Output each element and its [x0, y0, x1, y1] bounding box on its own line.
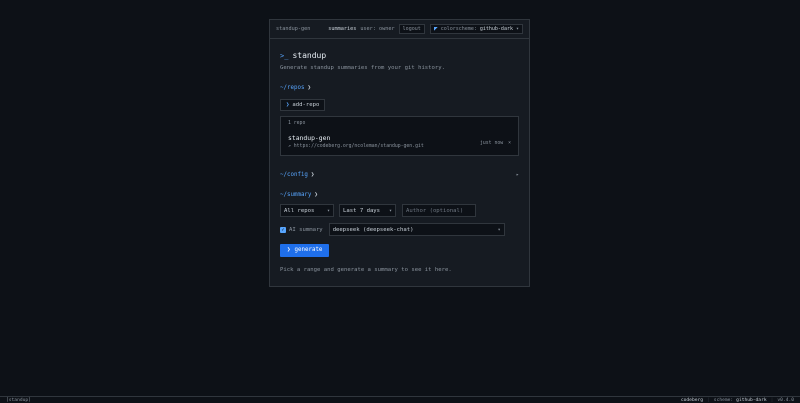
generate-button[interactable]: ❯ generate [280, 243, 330, 257]
chevron-down-icon: ▾ [515, 26, 519, 32]
status-bar: [standup] codeberg | scheme: github-dark… [0, 396, 800, 403]
repo-name: standup-gen [288, 134, 331, 142]
terminal-prompt-icon: >_ [280, 52, 289, 60]
chevron-right-icon: ❯ [310, 172, 315, 178]
summary-section-toggle[interactable]: ~/summary ❯ [280, 192, 519, 198]
config-heading: ~/config [280, 172, 308, 178]
summary-filters: All repos ▾ Last 7 days ▾ Author (option… [280, 204, 519, 217]
ai-summary-checkbox[interactable]: ✓ [280, 226, 286, 233]
chevron-right-icon: ❯ [287, 247, 291, 253]
page-header: >_ standup [280, 51, 519, 60]
repo-list: 1 repo standup-gen ↗ https://codeberg.or… [280, 116, 519, 156]
chevron-down-icon: ▾ [326, 207, 330, 214]
repos-section-toggle[interactable]: ~/repos ❯ [280, 85, 519, 91]
add-repo-button[interactable]: ❯ add-repo [280, 99, 326, 111]
ai-summary-label: AI summary [289, 226, 323, 233]
colorscheme-label: colorscheme: [440, 26, 477, 32]
repos-heading: ~/repos [280, 85, 305, 91]
summaries-link[interactable]: summaries [328, 26, 356, 32]
top-bar: standup-gen summaries user: owner logout… [270, 20, 529, 39]
palette-icon [433, 27, 438, 31]
chevron-right-icon: ❯ [286, 102, 290, 108]
repo-select-value: All repos [284, 207, 315, 214]
repo-timestamp: just now [480, 141, 504, 146]
user-label: user: owner [360, 26, 395, 32]
app-window: standup-gen summaries user: owner logout… [269, 19, 530, 287]
config-section-toggle[interactable]: ~/config ❯ ▸ [280, 172, 519, 178]
colorscheme-value: github-dark [479, 26, 513, 32]
status-host: codeberg [680, 397, 704, 403]
range-select-value: Last 7 days [343, 207, 381, 214]
page-subtitle: Generate standup summaries from your git… [280, 65, 446, 71]
chevron-down-icon: ▾ [388, 207, 392, 214]
add-repo-label: add-repo [292, 102, 320, 108]
status-version: v0.4.0 [777, 397, 794, 403]
brand-name: standup-gen [276, 26, 311, 32]
repo-select[interactable]: All repos ▾ [280, 204, 334, 217]
status-scheme-label: scheme: [713, 397, 734, 403]
list-item: standup-gen ↗ https://codeberg.org/ncole… [288, 134, 511, 149]
ai-summary-row: ✓ AI summary deepseek (deepseek-chat) ▾ [280, 223, 519, 236]
chevron-right-icon: ❯ [314, 192, 318, 198]
status-mode: [standup] [6, 397, 31, 403]
repo-url-link[interactable]: ↗ https://codeberg.org/ncoleman/standup-… [288, 144, 480, 149]
main-content: >_ standup Generate standup summaries fr… [270, 39, 529, 273]
summary-placeholder: Pick a range and generate a summary to s… [280, 266, 452, 273]
status-scheme-value: github-dark [736, 397, 767, 403]
chevron-right-icon: ❯ [307, 85, 311, 91]
repo-count: 1 repo [288, 121, 306, 126]
range-select[interactable]: Last 7 days ▾ [339, 204, 396, 217]
generate-label: generate [294, 247, 323, 253]
author-input[interactable]: Author (optional) [402, 204, 476, 217]
page-title: standup [292, 51, 327, 60]
remove-repo-icon[interactable]: × [508, 141, 511, 146]
logout-button[interactable]: logout [398, 24, 425, 34]
chevron-down-icon: ▾ [497, 226, 501, 233]
colorscheme-select[interactable]: colorscheme: github-dark ▾ [429, 24, 523, 34]
expand-icon[interactable]: ▸ [516, 172, 519, 178]
model-select-value: deepseek (deepseek-chat) [332, 226, 414, 233]
summary-heading: ~/summary [280, 192, 312, 198]
model-select[interactable]: deepseek (deepseek-chat) ▾ [328, 223, 505, 236]
